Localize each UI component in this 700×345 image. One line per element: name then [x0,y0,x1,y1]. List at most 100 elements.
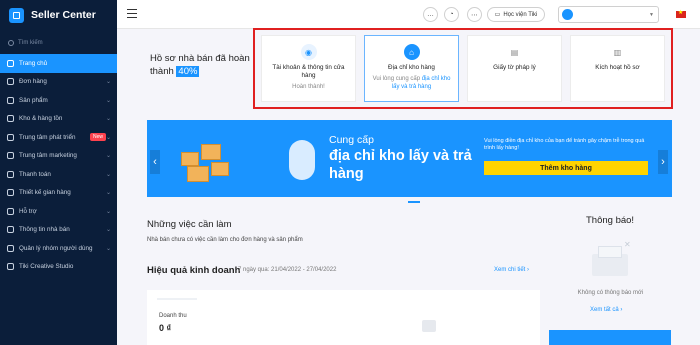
support-icon [7,207,14,215]
payment-icon [7,170,14,178]
home-icon [7,59,14,67]
sidebar-item-label: Trung tâm phát triển [19,133,76,141]
add-warehouse-button[interactable]: Thêm kho hàng [484,161,648,175]
profile-completion-title: Hồ sơ nhà bán đã hoàn thành 40% [150,52,260,78]
banner-note: Vui lòng điền địa chỉ kho của bạn để trá… [484,138,645,151]
sidebar-item-label: Kho & hàng tồn [19,115,63,123]
step-title: Kích hoạt hồ sơ [595,64,640,71]
sidebar-item-label: Thiết kế gian hàng [19,189,71,197]
banner-lead: Cung cấp [329,134,374,146]
sidebar-search-placeholder: Tìm kiếm [18,40,43,46]
performance-more-label: Xem chi tiết [494,267,526,273]
sidebar-item[interactable]: Tiki Creative Studio [0,258,117,277]
document-icon: ▤ [510,47,519,57]
chart-placeholder-icon [422,320,436,332]
chevron-down-icon: ⌄ [105,153,111,160]
chevron-down-icon: ⌄ [105,97,111,104]
performance-more-link[interactable]: Xem chi tiết › [494,267,529,273]
search-icon [8,40,14,46]
chevron-down-icon: ⌄ [105,171,111,178]
profile-title-text: Hồ sơ nhà bán đã hoàn thành [150,53,250,77]
notifications-view-all-label: Xem tất cả [590,307,619,313]
sidebar-item-label: Thanh toán [19,170,51,178]
sidebar-item-label: Trang chủ [19,59,48,67]
account-selector[interactable]: ▼ [558,6,659,23]
courier-illustration [289,140,315,180]
notifications-empty: Không có thông báo mới [577,290,644,296]
chevron-down-icon: ⌄ [105,134,111,141]
notifications-view-all[interactable]: Xem tất cả › [590,307,622,313]
sidebar-item[interactable]: Thiết kế gian hàng ⌄ [0,184,117,203]
step-hint: Vui lòng cung cấp [372,76,422,82]
sidebar-item[interactable]: Trang chủ [0,54,117,73]
chevron-down-icon: ⌄ [105,79,111,86]
banner-next-icon[interactable]: › [658,150,668,174]
language-flag-icon[interactable] [676,9,686,18]
clipboard-icon: ▥ [613,47,622,57]
warehouse-banner[interactable]: Cung cấp địa chỉ kho lấy và trả hàng Vui… [147,120,672,197]
sidebar-search[interactable]: Tìm kiếm [6,36,111,50]
todo-title: Những việc cần làm [147,219,232,230]
step-warehouse[interactable]: ⌂ Địa chỉ kho hàng Vui lòng cung cấp địa… [364,35,459,102]
sidebar-item-label: Trung tâm marketing [19,152,77,160]
growth-icon [7,133,14,141]
step-title: Giấy tờ pháp lý [493,64,536,71]
profile-percent: 40% [176,66,200,77]
chevron-down-icon: ⌄ [105,208,111,215]
sidebar-item[interactable]: Thanh toán ⌄ [0,165,117,184]
chevron-down-icon: ⌄ [105,245,111,252]
sidebar-item[interactable]: Trung tâm marketing ⌄ [0,147,117,166]
notifications-title: Thông báo! [586,215,635,226]
studio-icon [7,263,14,271]
logo[interactable]: Seller Center [0,0,117,30]
boxes-illustration [177,134,315,184]
sidebar-item[interactable]: Sản phẩm ⌄ [0,91,117,110]
avatar [562,9,573,20]
chevron-right-icon: › [527,267,530,273]
app-title: Seller Center [31,9,96,21]
seller-info-icon [7,226,14,234]
more-icon[interactable]: ⋯ [467,7,482,22]
step-title: Tài khoản & thông tin cửa hàng [272,64,345,79]
sidebar-item[interactable]: Quản lý nhóm người dùng ⌄ [0,239,117,258]
menu-toggle-icon[interactable] [127,9,137,18]
sidebar-item[interactable]: Thông tin nhà bán ⌄ [0,221,117,240]
chevron-down-icon: ⌄ [105,227,111,234]
revenue-card: Doanh thu 0 ₫ [147,290,540,345]
notification-banner[interactable] [549,330,671,345]
chevron-down-icon: ⌄ [105,190,111,197]
chat-icon[interactable]: … [423,7,438,22]
sidebar-nav: Trang chủ Đơn hàng ⌄ Sản phẩm ⌄ Kho & hàng tồ… [0,54,117,276]
sidebar-item[interactable]: Hỗ trợ ⌄ [0,202,117,221]
bell-icon[interactable]: ◔ [444,7,459,22]
topbar: … ◔ ⋯ ▭ Học viện Tiki ▼ [117,0,700,29]
step-account-info[interactable]: ◉ Tài khoản & thông tin cửa hàng Hoàn th… [261,35,356,102]
library-button[interactable]: ▭ Học viện Tiki [487,7,545,22]
step-status: Vui lòng cung cấp địa chỉ kho lấy và trả… [365,75,458,91]
design-icon [7,189,14,197]
user-check-icon: ◉ [300,44,317,60]
warehouse-icon: ⌂ [403,44,420,60]
banner-pagination-dot[interactable] [408,201,420,203]
sidebar-item[interactable]: Đơn hàng ⌄ [0,73,117,92]
step-legal-docs[interactable]: ▤ Giấy tờ pháp lý [467,35,562,102]
chevron-down-icon: ⌄ [105,116,111,123]
sidebar-item[interactable]: Trung tâm phát triển New ⌄ [0,128,117,147]
step-activate[interactable]: ▥ Kích hoạt hồ sơ [570,35,665,102]
user-group-icon [7,244,14,252]
library-icon: ▭ [494,12,501,18]
products-icon [7,96,14,104]
sidebar-item-label: Đơn hàng [19,78,47,86]
banner-prev-icon[interactable]: ‹ [150,150,160,174]
performance-title: Hiệu quả kinh doanh [147,265,241,276]
marketing-icon [7,152,14,160]
chevron-down-icon: ▼ [649,11,654,18]
sidebar: Seller Center Tìm kiếm Trang chủ Đơn hàng… [0,0,117,345]
sidebar-item[interactable]: Kho & hàng tồn ⌄ [0,110,117,129]
sidebar-item-label: Sản phẩm [19,96,48,104]
library-label: Học viện Tiki [503,11,538,18]
empty-inbox-icon: ✕ [588,240,638,280]
new-badge: New [89,133,106,142]
orders-icon [7,78,14,86]
warehouse-icon [7,115,14,123]
